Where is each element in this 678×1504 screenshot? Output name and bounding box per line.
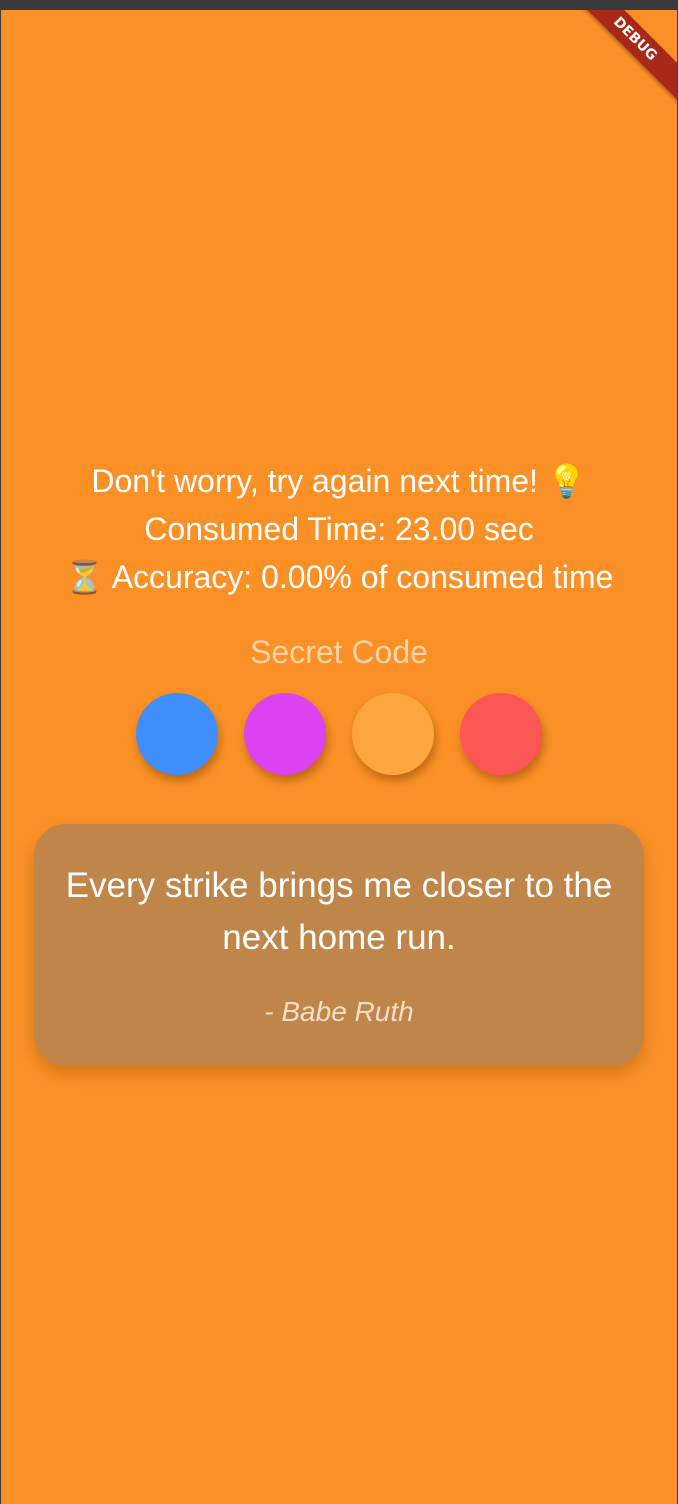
secret-peg-4 [460, 693, 542, 775]
secret-peg-2 [244, 693, 326, 775]
accuracy: ⏳ Accuracy: 0.00% of consumed time [64, 559, 614, 595]
quote-author: - Babe Ruth [264, 996, 414, 1027]
secret-code-pegs [1, 693, 677, 777]
debug-banner: DEBUG [569, 10, 677, 105]
result-message: Don't worry, try again next time! 💡 [91, 463, 587, 499]
quote-text: Every strike brings me closer to the nex… [65, 866, 613, 957]
secret-code-title: Secret Code [250, 634, 428, 670]
quote-card: Every strike brings me closer to the nex… [34, 824, 644, 1066]
app-screen: DEBUG Don't worry, try again next time! … [1, 10, 677, 1504]
secret-peg-3 [352, 693, 434, 775]
secret-peg-1 [136, 693, 218, 775]
result-summary: Don't worry, try again next time! 💡 Cons… [1, 457, 677, 601]
consumed-time: Consumed Time: 23.00 sec [144, 511, 534, 547]
